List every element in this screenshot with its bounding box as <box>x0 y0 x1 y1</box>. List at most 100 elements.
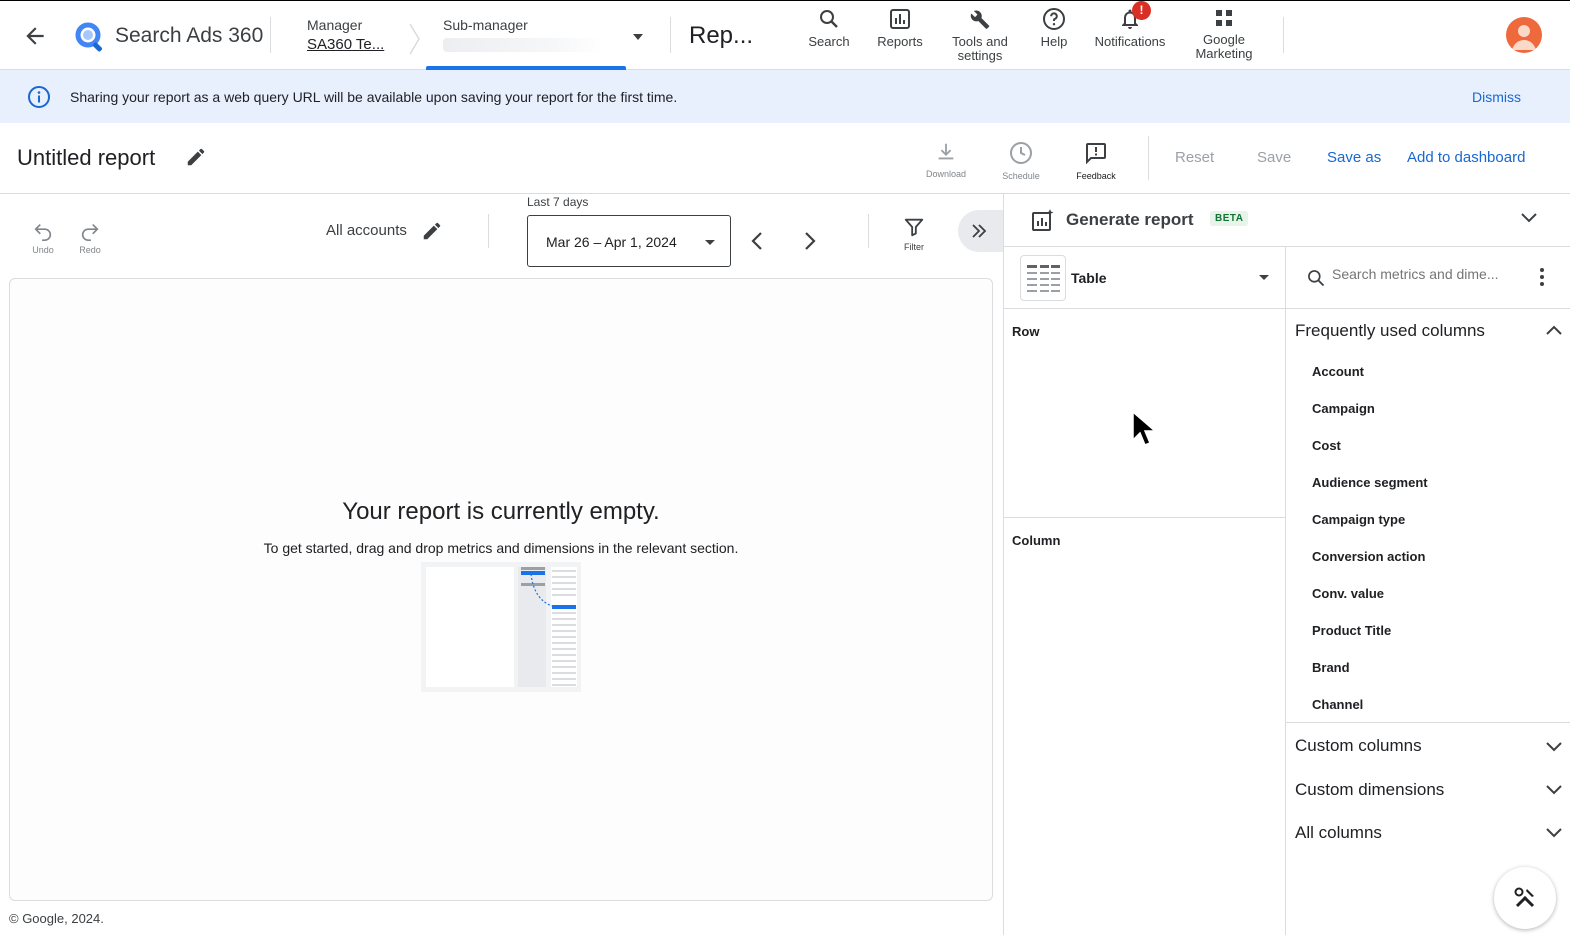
frequent-columns-header[interactable]: Frequently used columns <box>1295 321 1485 341</box>
divider <box>1283 17 1284 53</box>
search-metrics-input[interactable] <box>1332 266 1522 282</box>
dropdown-arrow-icon <box>704 239 716 246</box>
save-as-button[interactable]: Save as <box>1327 149 1381 166</box>
submanager-selector[interactable]: Sub-manager <box>426 7 643 70</box>
nav-label: Google Marketing <box>1195 32 1253 61</box>
submanager-label: Sub-manager <box>443 17 528 33</box>
feedback-icon <box>1086 143 1106 165</box>
visualization-selector[interactable]: Table <box>1004 247 1285 309</box>
undo-label: Undo <box>32 245 54 255</box>
column-item-audience-segment[interactable]: Audience segment <box>1312 475 1428 490</box>
collapse-chevron-icon[interactable] <box>1519 211 1539 225</box>
copyright-footer: © Google, 2024. <box>9 911 104 926</box>
download-icon <box>938 143 954 160</box>
save-button[interactable]: Save <box>1257 149 1291 166</box>
avatar[interactable] <box>1506 17 1542 53</box>
help-icon <box>1043 8 1065 30</box>
divider <box>1286 722 1570 723</box>
column-item-account[interactable]: Account <box>1312 364 1364 379</box>
edit-accounts-pencil-icon[interactable] <box>421 220 443 242</box>
feedback-label: Feedback <box>1076 171 1116 181</box>
more-options-icon[interactable] <box>1538 267 1546 287</box>
account-scope-label[interactable]: All accounts <box>326 222 407 239</box>
column-drop-zone[interactable]: Column <box>1004 519 1285 935</box>
collapse-chevron-up-icon[interactable] <box>1544 323 1564 337</box>
dismiss-button[interactable]: Dismiss <box>1472 89 1521 105</box>
divider <box>868 214 869 248</box>
undo-icon <box>34 223 52 241</box>
schedule-label: Schedule <box>1002 171 1040 181</box>
redo-icon <box>81 223 99 241</box>
date-range-picker[interactable]: Mar 26 – Apr 1, 2024 <box>527 215 731 267</box>
apps-grid-icon <box>1216 10 1232 26</box>
download-label: Download <box>925 169 967 179</box>
report-title: Untitled report <box>17 145 156 170</box>
expand-chevron-down-icon[interactable] <box>1544 740 1564 754</box>
metrics-search[interactable] <box>1286 247 1570 309</box>
dropdown-arrow-icon <box>1258 274 1270 281</box>
top-app-bar: Search Ads 360 Manager SA360 Te... Sub-m… <box>0 0 1570 70</box>
sa360-logo-icon <box>74 21 106 53</box>
redo-button[interactable]: Redo <box>77 220 103 255</box>
column-item-product-title[interactable]: Product Title <box>1312 623 1391 638</box>
info-banner: Sharing your report as a web query URL w… <box>0 70 1570 123</box>
previous-period-chevron-icon[interactable] <box>747 229 767 253</box>
feedback-button[interactable]: Feedback <box>1071 141 1121 181</box>
date-range-value: Mar 26 – Apr 1, 2024 <box>546 234 677 250</box>
banner-message: Sharing your report as a web query URL w… <box>70 89 678 105</box>
column-item-campaign[interactable]: Campaign <box>1312 401 1375 416</box>
manager-selector[interactable]: Manager SA360 Te... <box>298 7 408 63</box>
drag-drop-illustration <box>421 562 581 692</box>
table-viz-icon <box>1020 255 1066 301</box>
submanager-value-redacted <box>443 38 603 52</box>
report-title-bar: Untitled report Download Schedule Feedba… <box>0 123 1570 194</box>
column-item-cost[interactable]: Cost <box>1312 438 1341 453</box>
custom-dimensions-header[interactable]: Custom dimensions <box>1295 780 1444 800</box>
back-arrow-icon[interactable] <box>22 23 48 49</box>
tools-fab-button[interactable] <box>1494 867 1556 929</box>
next-period-chevron-icon[interactable] <box>800 229 820 253</box>
column-item-conversion-action[interactable]: Conversion action <box>1312 549 1425 564</box>
panel-title: Generate report <box>1066 210 1194 229</box>
nav-google-marketing[interactable]: Google Marketing <box>1179 7 1269 61</box>
column-item-brand[interactable]: Brand <box>1312 660 1350 675</box>
reports-icon <box>890 9 910 29</box>
wrench-icon <box>970 10 990 29</box>
filter-button[interactable]: Filter <box>898 216 930 252</box>
download-button[interactable]: Download <box>921 141 971 179</box>
all-columns-header[interactable]: All columns <box>1295 823 1382 843</box>
build-tools-icon <box>1514 887 1535 908</box>
nav-reports[interactable]: Reports <box>855 7 945 49</box>
filter-label: Filter <box>904 242 924 252</box>
filter-icon <box>904 218 924 237</box>
expand-panel-button[interactable] <box>958 210 1004 252</box>
mouse-cursor-icon <box>1131 410 1157 448</box>
nav-notifications[interactable]: ! Notifications <box>1085 1 1175 49</box>
column-item-campaign-type[interactable]: Campaign type <box>1312 512 1405 527</box>
generate-report-panel: Generate report BETA Table Row Co <box>1003 194 1570 935</box>
edit-title-pencil-icon[interactable] <box>185 146 207 168</box>
divider <box>270 17 271 53</box>
breadcrumb-chevron-icon <box>404 21 424 57</box>
schedule-button[interactable]: Schedule <box>996 141 1046 181</box>
double-chevron-right-icon <box>972 224 987 238</box>
date-range-caption: Last 7 days <box>527 195 589 209</box>
expand-chevron-down-icon[interactable] <box>1544 826 1564 840</box>
app-name: Search Ads 360 <box>115 24 264 47</box>
expand-chevron-down-icon[interactable] <box>1544 783 1564 797</box>
column-item-conv-value[interactable]: Conv. value <box>1312 586 1384 601</box>
custom-columns-header[interactable]: Custom columns <box>1295 736 1422 756</box>
undo-button[interactable]: Undo <box>30 220 56 255</box>
empty-state-body: To get started, drag and drop metrics an… <box>263 540 739 556</box>
add-to-dashboard-button[interactable]: Add to dashboard <box>1407 149 1525 166</box>
nav-label: Tools and settings <box>952 34 1008 63</box>
row-label: Row <box>1012 324 1040 339</box>
column-item-channel[interactable]: Channel <box>1312 697 1363 712</box>
panel-header[interactable]: Generate report BETA <box>1004 194 1570 247</box>
redo-label: Redo <box>79 245 101 255</box>
reset-button[interactable]: Reset <box>1175 149 1214 166</box>
beta-badge: BETA <box>1210 211 1249 226</box>
insights-chart-icon <box>1031 208 1055 232</box>
report-canvas[interactable]: Your report is currently empty. To get s… <box>9 278 993 901</box>
nav-label: Notifications <box>1094 34 1166 49</box>
